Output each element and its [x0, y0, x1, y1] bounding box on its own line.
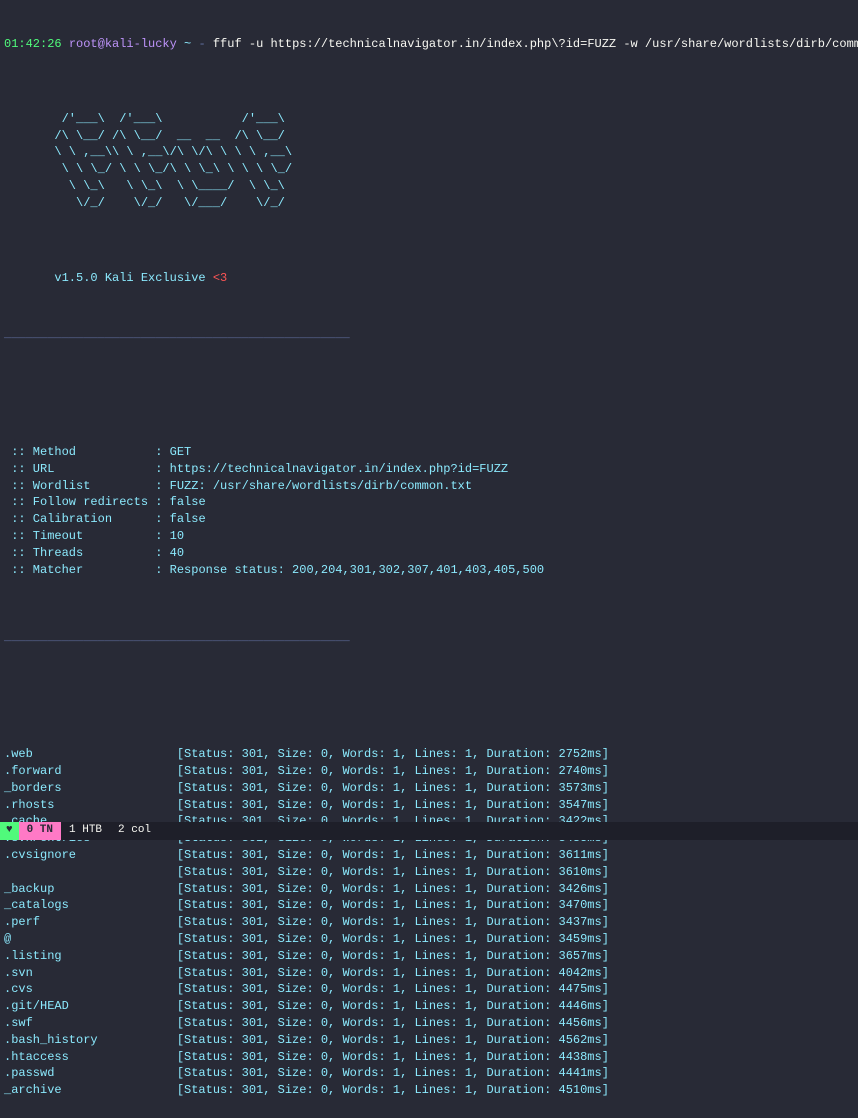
prompt-path: ~	[184, 37, 191, 51]
result-row: .git/HEAD [Status: 301, Size: 0, Words: …	[4, 998, 854, 1015]
config-row: :: Calibration : false	[4, 511, 854, 528]
prompt-time: 01:42:26	[4, 37, 62, 51]
config-row: :: Method : GET	[4, 444, 854, 461]
config-block: :: Method : GET :: URL : https://technic…	[4, 444, 854, 578]
statusbar-active-tab[interactable]: 0 TN	[19, 822, 61, 840]
config-row: :: Threads : 40	[4, 545, 854, 562]
result-row: .web [Status: 301, Size: 0, Words: 1, Li…	[4, 746, 854, 763]
result-row: .perf [Status: 301, Size: 0, Words: 1, L…	[4, 914, 854, 931]
config-label: :: Threads :	[4, 546, 162, 560]
result-row: .cvsignore [Status: 301, Size: 0, Words:…	[4, 847, 854, 864]
result-row: .htaccess [Status: 301, Size: 0, Words: …	[4, 1049, 854, 1066]
heart-icon: <3	[213, 271, 227, 285]
config-row: :: URL : https://technicalnavigator.in/i…	[4, 461, 854, 478]
result-row: .forward [Status: 301, Size: 0, Words: 1…	[4, 763, 854, 780]
statusbar-tab-2[interactable]: 2 col	[110, 822, 159, 839]
version-line: v1.5.0 Kali Exclusive <3	[4, 270, 854, 287]
config-value: Response status: 200,204,301,302,307,401…	[162, 563, 544, 577]
ffuf-ascii-art: /'___\ /'___\ /'___\ /\ \__/ /\ \__/ __ …	[4, 111, 854, 212]
result-row: [Status: 301, Size: 0, Words: 1, Lines: …	[4, 864, 854, 881]
result-row: _backup [Status: 301, Size: 0, Words: 1,…	[4, 881, 854, 898]
version-text: v1.5.0 Kali Exclusive	[4, 271, 213, 285]
config-value: false	[162, 495, 205, 509]
result-row: .bash_history [Status: 301, Size: 0, Wor…	[4, 1032, 854, 1049]
statusbar-heart-icon: ♥	[0, 822, 19, 840]
prompt-user: root@kali-lucky	[69, 37, 177, 51]
config-row: :: Wordlist : FUZZ: /usr/share/wordlists…	[4, 478, 854, 495]
config-label: :: Matcher :	[4, 563, 162, 577]
result-row: .swf [Status: 301, Size: 0, Words: 1, Li…	[4, 1015, 854, 1032]
config-value: 10	[162, 529, 184, 543]
divider-bottom: ________________________________________…	[4, 629, 854, 646]
config-value: https://technicalnavigator.in/index.php?…	[162, 462, 508, 476]
result-row: _archive [Status: 301, Size: 0, Words: 1…	[4, 1082, 854, 1099]
config-value: 40	[162, 546, 184, 560]
results-block: .web [Status: 301, Size: 0, Words: 1, Li…	[4, 746, 854, 1099]
config-label: :: URL :	[4, 462, 162, 476]
config-row: :: Matcher : Response status: 200,204,30…	[4, 562, 854, 579]
divider-top: ________________________________________…	[4, 326, 854, 343]
config-label: :: Calibration :	[4, 512, 162, 526]
config-value: FUZZ: /usr/share/wordlists/dirb/common.t…	[162, 479, 472, 493]
config-value: false	[162, 512, 205, 526]
config-row: :: Timeout : 10	[4, 528, 854, 545]
result-row: .rhosts [Status: 301, Size: 0, Words: 1,…	[4, 797, 854, 814]
config-label: :: Timeout :	[4, 529, 162, 543]
prompt-sep: -	[198, 37, 205, 51]
config-label: :: Method :	[4, 445, 162, 459]
result-row: .svn [Status: 301, Size: 0, Words: 1, Li…	[4, 965, 854, 982]
result-row: .cvs [Status: 301, Size: 0, Words: 1, Li…	[4, 981, 854, 998]
prompt-line: 01:42:26 root@kali-lucky ~ - ffuf -u htt…	[4, 36, 854, 53]
result-row: _catalogs [Status: 301, Size: 0, Words: …	[4, 897, 854, 914]
config-label: :: Follow redirects :	[4, 495, 162, 509]
blank-line	[4, 679, 854, 696]
config-row: :: Follow redirects : false	[4, 494, 854, 511]
result-row: .listing [Status: 301, Size: 0, Words: 1…	[4, 948, 854, 965]
blank-line	[4, 377, 854, 394]
result-row: .passwd [Status: 301, Size: 0, Words: 1,…	[4, 1065, 854, 1082]
config-value: GET	[162, 445, 191, 459]
result-row: @ [Status: 301, Size: 0, Words: 1, Lines…	[4, 931, 854, 948]
tmux-statusbar[interactable]: ♥ 0 TN 1 HTB 2 col	[0, 822, 858, 840]
statusbar-tab-1[interactable]: 1 HTB	[61, 822, 110, 839]
result-row: _borders [Status: 301, Size: 0, Words: 1…	[4, 780, 854, 797]
config-label: :: Wordlist :	[4, 479, 162, 493]
command-text: ffuf -u https://technicalnavigator.in/in…	[213, 37, 858, 51]
terminal-output[interactable]: 01:42:26 root@kali-lucky ~ - ffuf -u htt…	[0, 0, 858, 1118]
